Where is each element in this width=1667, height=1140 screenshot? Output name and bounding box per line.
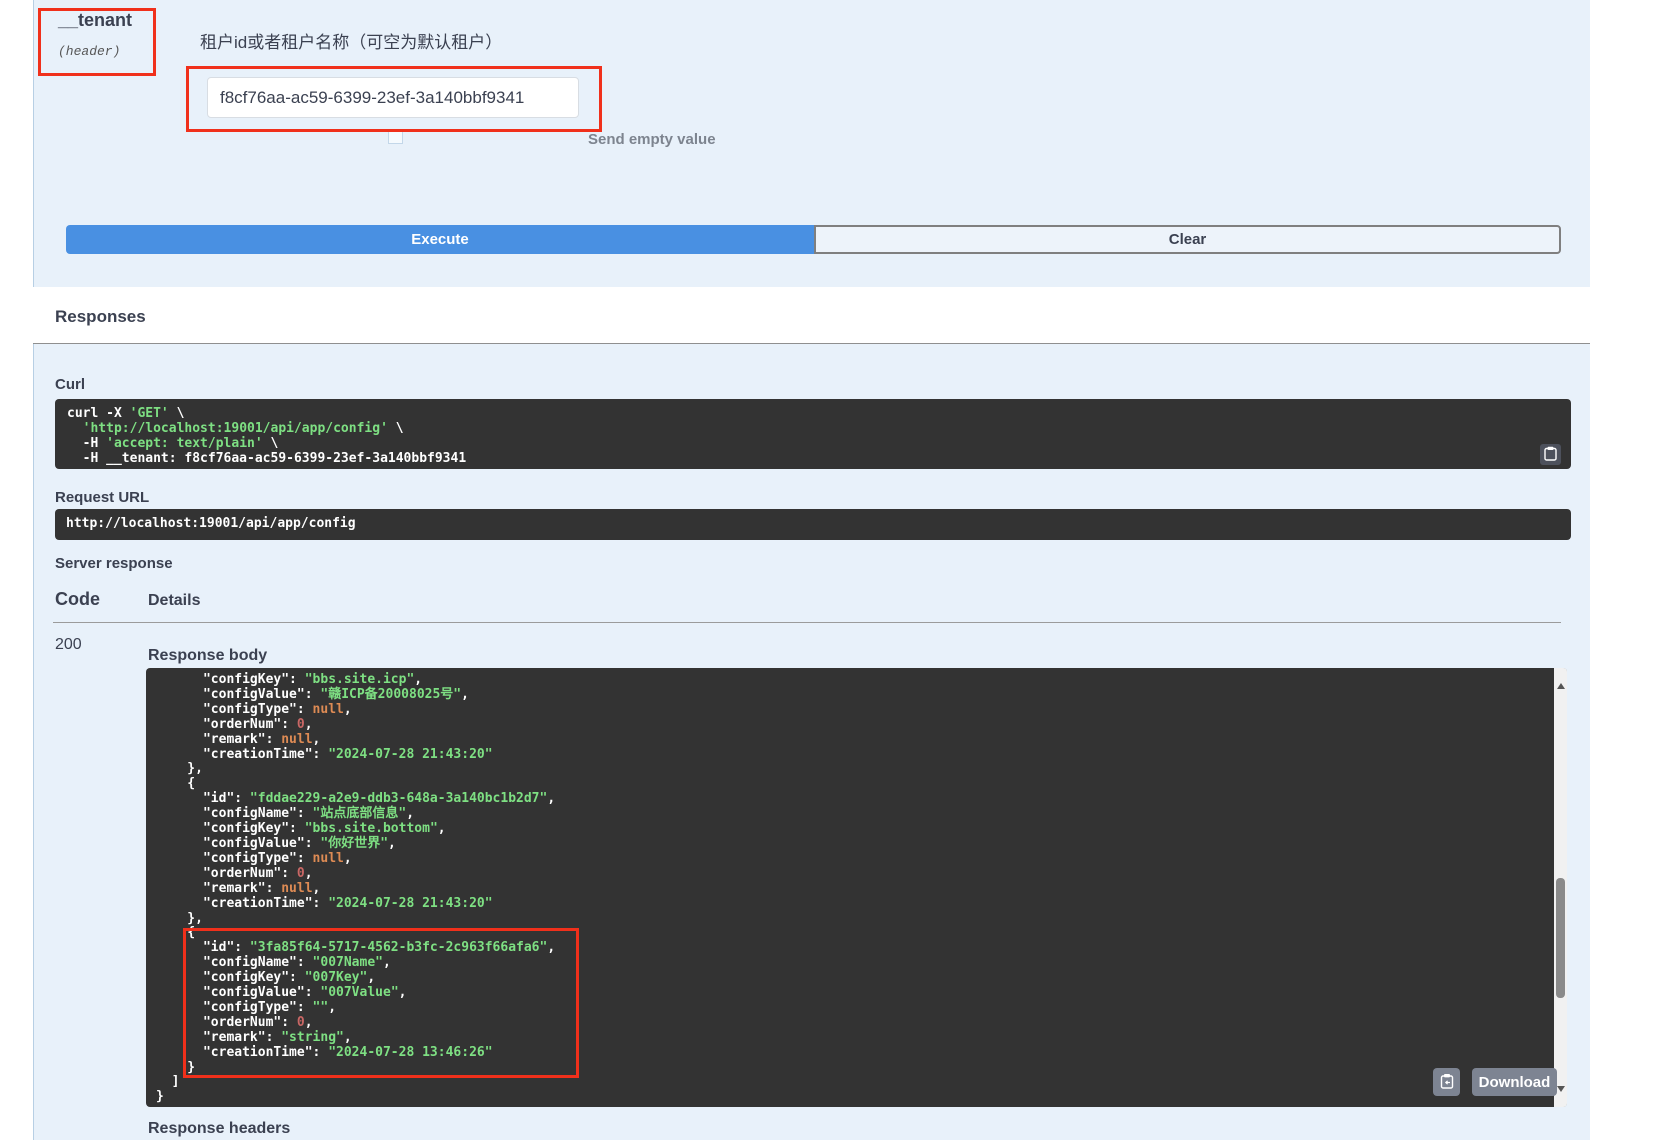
details-column-header: Details [148,592,200,610]
arrow-down-icon [1557,1086,1565,1107]
response-scrollbar[interactable] [1554,668,1567,1107]
annotation-box-parameter-name [38,8,156,76]
clipboard-arrow-icon [1440,1073,1454,1092]
download-button[interactable]: Download [1472,1068,1557,1096]
responses-divider-line [33,343,1590,344]
status-code: 200 [55,636,82,654]
swagger-operation-panel: __tenant (header) 租户id或者租户名称（可空为默认租户） Se… [0,0,1667,1140]
curl-command-block: curl -X 'GET' \ 'http://localhost:19001/… [55,399,1571,469]
annotation-box-tenant-input [186,66,602,132]
responses-title: Responses [55,307,146,327]
response-headers-label: Response headers [148,1120,290,1138]
curl-label: Curl [55,376,85,393]
parameter-description: 租户id或者租户名称（可空为默认租户） [200,28,502,53]
scroll-up-button[interactable] [1554,668,1567,683]
execute-button[interactable]: Execute [66,225,814,254]
annotation-box-json-object [183,928,579,1078]
server-response-label: Server response [55,555,173,572]
clear-button[interactable]: Clear [814,225,1561,254]
request-url-label: Request URL [55,489,149,506]
copy-response-button[interactable] [1433,1068,1460,1096]
response-body-label: Response body [148,647,267,665]
send-empty-value-label: Send empty value [588,131,716,148]
copy-curl-button[interactable] [1540,444,1561,465]
code-column-header: Code [55,589,100,610]
request-url-block: http://localhost:19001/api/app/config [55,509,1571,540]
table-header-divider [53,622,1561,623]
arrow-up-icon [1557,668,1565,689]
scrollbar-thumb[interactable] [1556,878,1565,998]
request-url-value: http://localhost:19001/api/app/config [66,517,1559,532]
clipboard-icon [1544,446,1557,464]
